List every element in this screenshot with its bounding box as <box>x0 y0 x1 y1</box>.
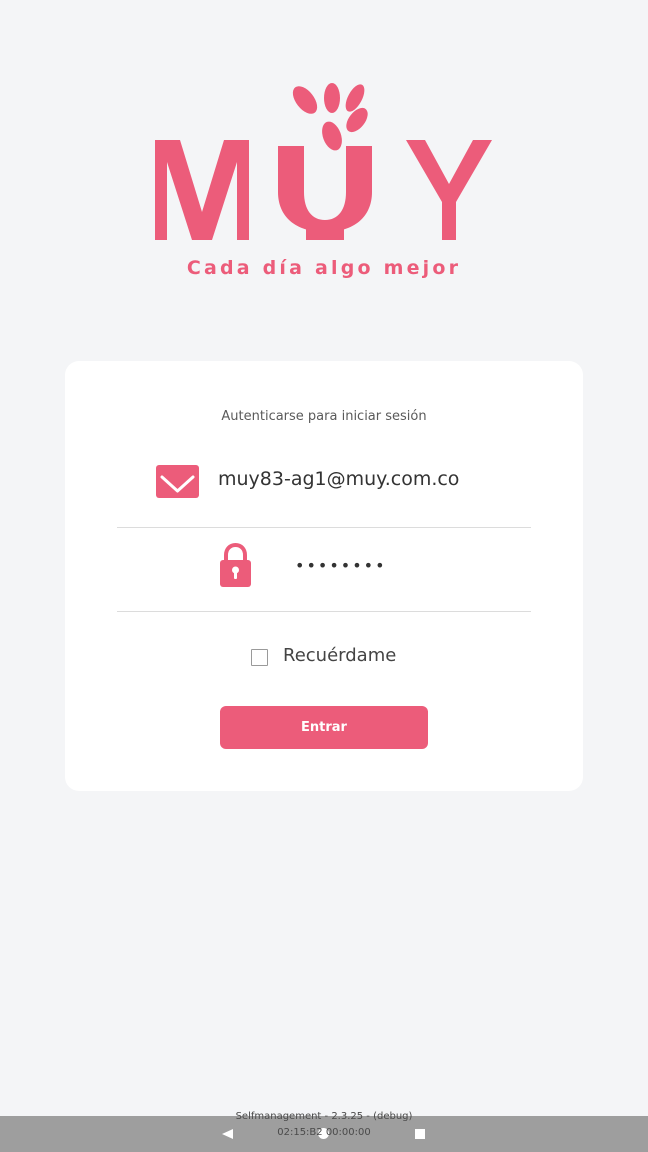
brand-tagline: Cada día algo mejor <box>186 257 462 279</box>
password-divider <box>117 611 531 612</box>
remember-checkbox[interactable] <box>251 649 268 666</box>
login-button[interactable]: Entrar <box>220 706 428 749</box>
build-info: Selfmanagement - 2.3.25 - (debug) <box>235 1111 413 1122</box>
login-title: Autenticarse para iniciar sesión <box>221 409 427 424</box>
password-field[interactable]: •••••••• <box>295 556 387 575</box>
email-divider <box>117 527 531 528</box>
email-field[interactable]: muy83-ag1@muy.com.co <box>218 468 459 491</box>
build-time: 02:15:B2 00:00:00 <box>277 1127 371 1138</box>
mail-icon <box>156 465 199 498</box>
remember-label[interactable]: Recuérdame <box>283 645 396 667</box>
lock-icon <box>220 543 251 587</box>
